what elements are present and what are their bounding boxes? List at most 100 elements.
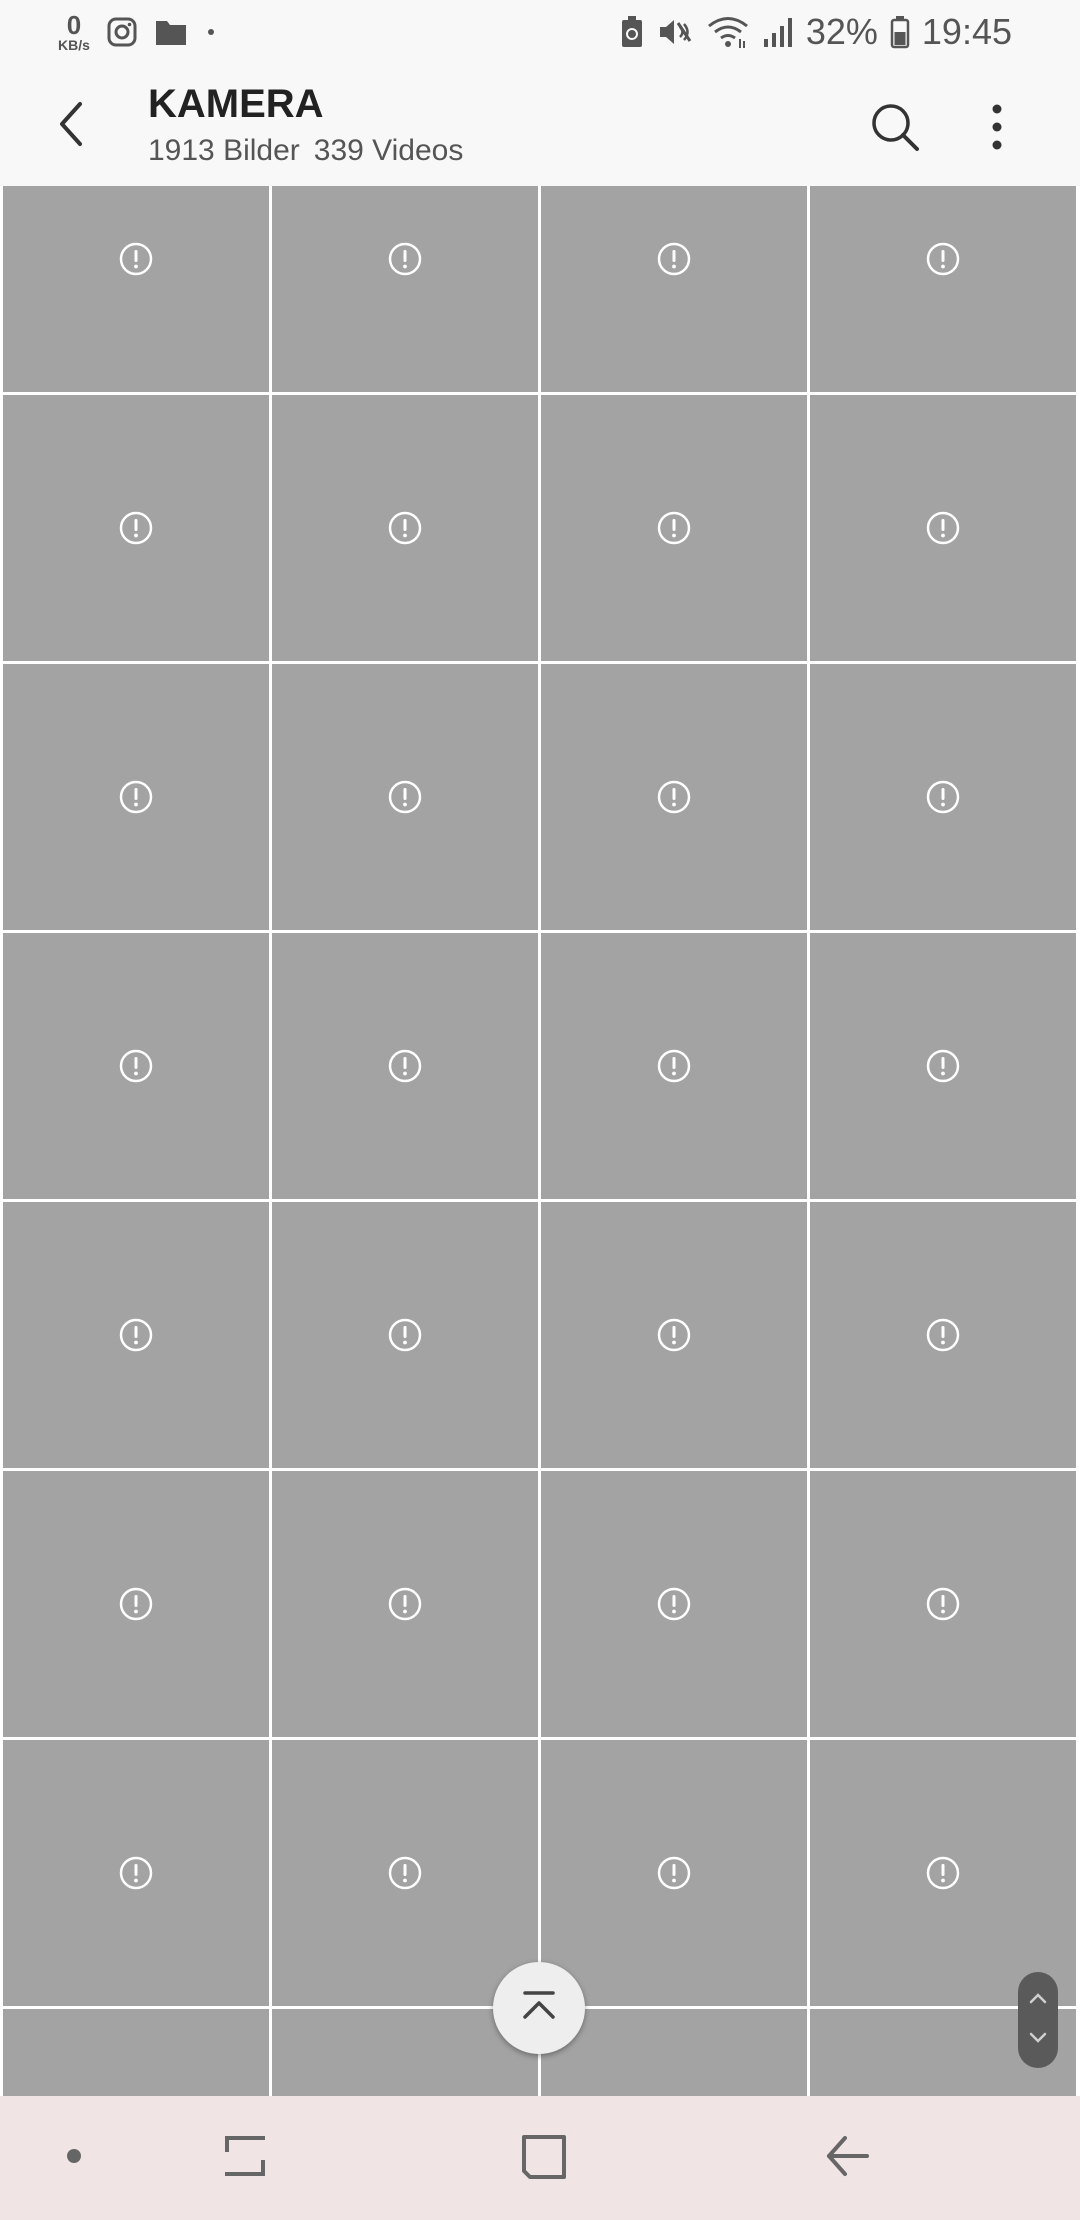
search-button[interactable]: [860, 94, 930, 164]
search-icon: [869, 101, 921, 158]
thumbnail-grid[interactable]: [0, 186, 1080, 2096]
thumbnail-tile[interactable]: [3, 2009, 269, 2096]
thumbnail-tile[interactable]: [272, 395, 538, 661]
signal-icon: [762, 15, 794, 49]
error-icon: [118, 779, 154, 815]
chevron-down-icon: [1029, 2031, 1047, 2049]
thumbnail-tile[interactable]: [272, 1740, 538, 2006]
network-speed: 0 KB/s: [58, 12, 90, 52]
video-count: 339 Videos: [313, 134, 464, 167]
error-icon: [387, 241, 423, 277]
error-icon: [656, 241, 692, 277]
back-nav-button[interactable]: [812, 2126, 882, 2190]
thumbnail-tile[interactable]: [3, 664, 269, 930]
recents-icon: [221, 2130, 269, 2187]
error-icon: [925, 1586, 961, 1622]
wifi-icon: [706, 15, 750, 49]
thumbnail-tile[interactable]: [3, 186, 269, 392]
error-icon: [387, 510, 423, 546]
thumbnail-tile[interactable]: [810, 1740, 1076, 2006]
back-button[interactable]: [36, 90, 108, 162]
error-icon: [118, 1317, 154, 1353]
thumbnail-tile[interactable]: [3, 1471, 269, 1737]
clock: 19:45: [921, 11, 1012, 52]
thumbnail-tile[interactable]: [272, 1202, 538, 1468]
recents-button[interactable]: [210, 2126, 280, 2190]
error-icon: [387, 779, 423, 815]
error-icon: [118, 1048, 154, 1084]
back-arrow-icon: [52, 100, 92, 153]
thumbnail-tile[interactable]: [3, 1202, 269, 1468]
battery-percent: 32%: [805, 11, 878, 52]
thumbnail-tile[interactable]: [272, 186, 538, 392]
dot-icon: [65, 2147, 83, 2170]
thumbnail-tile[interactable]: [3, 933, 269, 1199]
home-button[interactable]: [510, 2126, 580, 2190]
error-icon: [656, 510, 692, 546]
error-icon: [387, 1048, 423, 1084]
thumbnail-tile[interactable]: [3, 1740, 269, 2006]
error-icon: [925, 1855, 961, 1891]
error-icon: [118, 510, 154, 546]
instagram-icon: [106, 16, 138, 48]
battery-icon: [890, 15, 910, 49]
nav-dot-button[interactable]: [50, 2134, 98, 2182]
thumbnail-tile[interactable]: [810, 186, 1076, 392]
error-icon: [925, 510, 961, 546]
folder-icon: [154, 17, 188, 47]
battery-saver-icon: [620, 15, 644, 49]
thumbnail-tile[interactable]: [810, 1202, 1076, 1468]
error-icon: [925, 779, 961, 815]
thumbnail-tile[interactable]: [810, 395, 1076, 661]
error-icon: [925, 241, 961, 277]
navigation-bar: [0, 2096, 1080, 2220]
thumbnail-tile[interactable]: [810, 664, 1076, 930]
error-icon: [925, 1048, 961, 1084]
thumbnail-tile[interactable]: [272, 933, 538, 1199]
error-icon: [118, 1586, 154, 1622]
dot-icon: [204, 25, 218, 39]
network-speed-value: 0: [66, 10, 82, 40]
thumbnail-tile[interactable]: [541, 933, 807, 1199]
thumbnail-tile[interactable]: [810, 1471, 1076, 1737]
more-vert-icon: [990, 104, 1004, 155]
mute-icon: [656, 15, 694, 49]
thumbnail-tile[interactable]: [541, 664, 807, 930]
image-count: 1913 Bilder: [148, 134, 300, 167]
thumbnail-tile[interactable]: [541, 186, 807, 392]
network-speed-unit: KB/s: [58, 37, 90, 53]
album-title: KAMERA: [148, 82, 324, 126]
thumbnail-tile[interactable]: [810, 933, 1076, 1199]
thumbnail-tile[interactable]: [3, 395, 269, 661]
thumbnail-tile[interactable]: [541, 1202, 807, 1468]
error-icon: [656, 1855, 692, 1891]
scroll-to-top-button[interactable]: [493, 1962, 585, 2054]
thumbnail-tile[interactable]: [541, 1471, 807, 1737]
error-icon: [118, 1855, 154, 1891]
error-icon: [387, 1317, 423, 1353]
home-icon: [520, 2131, 570, 2186]
error-icon: [656, 1586, 692, 1622]
fast-scroller-handle[interactable]: [1018, 1972, 1058, 2068]
thumbnail-grid-inner: [3, 186, 1076, 2096]
app-bar: KAMERA 1913 Bilder 339 Videos: [0, 62, 1080, 186]
error-icon: [656, 1048, 692, 1084]
error-icon: [387, 1855, 423, 1891]
thumbnail-tile[interactable]: [541, 395, 807, 661]
status-bar-left: 0 KB/s: [58, 8, 218, 56]
error-icon: [656, 1317, 692, 1353]
chevron-up-bar-icon: [519, 1989, 559, 2028]
error-icon: [925, 1317, 961, 1353]
status-bar: 0 KB/s 32% 19:45: [0, 0, 1080, 62]
thumbnail-tile[interactable]: [541, 1740, 807, 2006]
back-icon: [823, 2132, 871, 2185]
error-icon: [118, 241, 154, 277]
chevron-up-icon: [1029, 1991, 1047, 2009]
error-icon: [656, 779, 692, 815]
error-icon: [387, 1586, 423, 1622]
more-options-button[interactable]: [962, 94, 1032, 164]
status-bar-right: 32% 19:45: [620, 8, 1012, 56]
thumbnail-tile[interactable]: [272, 664, 538, 930]
thumbnail-tile[interactable]: [272, 1471, 538, 1737]
album-subtitle: 1913 Bilder 339 Videos: [148, 134, 463, 168]
